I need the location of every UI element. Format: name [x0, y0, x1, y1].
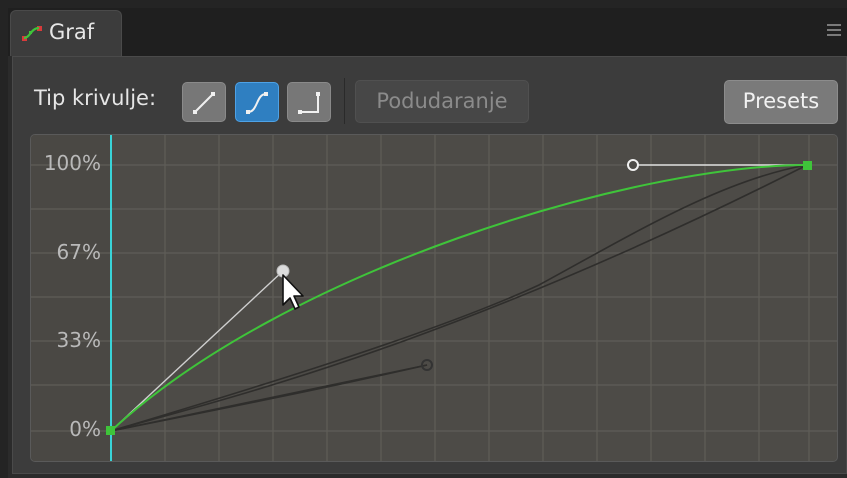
panel-menu-icon[interactable]	[827, 24, 841, 36]
y-tick-67: 67%	[56, 240, 101, 264]
panel-tab-bar	[8, 8, 847, 56]
graph-curve-icon	[22, 26, 42, 41]
toolbar-separator	[344, 78, 345, 124]
presets-button[interactable]: Presets	[724, 80, 838, 124]
y-tick-33: 33%	[56, 328, 101, 352]
bezier-curve-button[interactable]	[235, 82, 279, 122]
step-curve-button[interactable]	[287, 82, 331, 122]
step-curve-icon	[298, 92, 320, 114]
bezier-curve-icon	[246, 92, 268, 114]
start-keyframe[interactable]	[106, 426, 115, 435]
end-keyframe[interactable]	[803, 161, 812, 170]
linear-curve-button[interactable]	[182, 82, 226, 122]
end-tangent-handle[interactable]	[627, 159, 639, 171]
y-tick-100: 100%	[43, 151, 101, 175]
curve-graph[interactable]: 100% 67% 33% 0%	[30, 134, 838, 462]
tab-label: Graf	[49, 20, 95, 44]
curve-type-label: Tip krivulje:	[34, 86, 157, 110]
y-tick-0: 0%	[69, 417, 101, 441]
match-button[interactable]: Podudaranje	[355, 80, 529, 123]
linear-curve-icon	[193, 92, 215, 114]
tab-graf[interactable]: Graf	[10, 10, 122, 56]
curve-graph-canvas[interactable]	[31, 135, 838, 462]
